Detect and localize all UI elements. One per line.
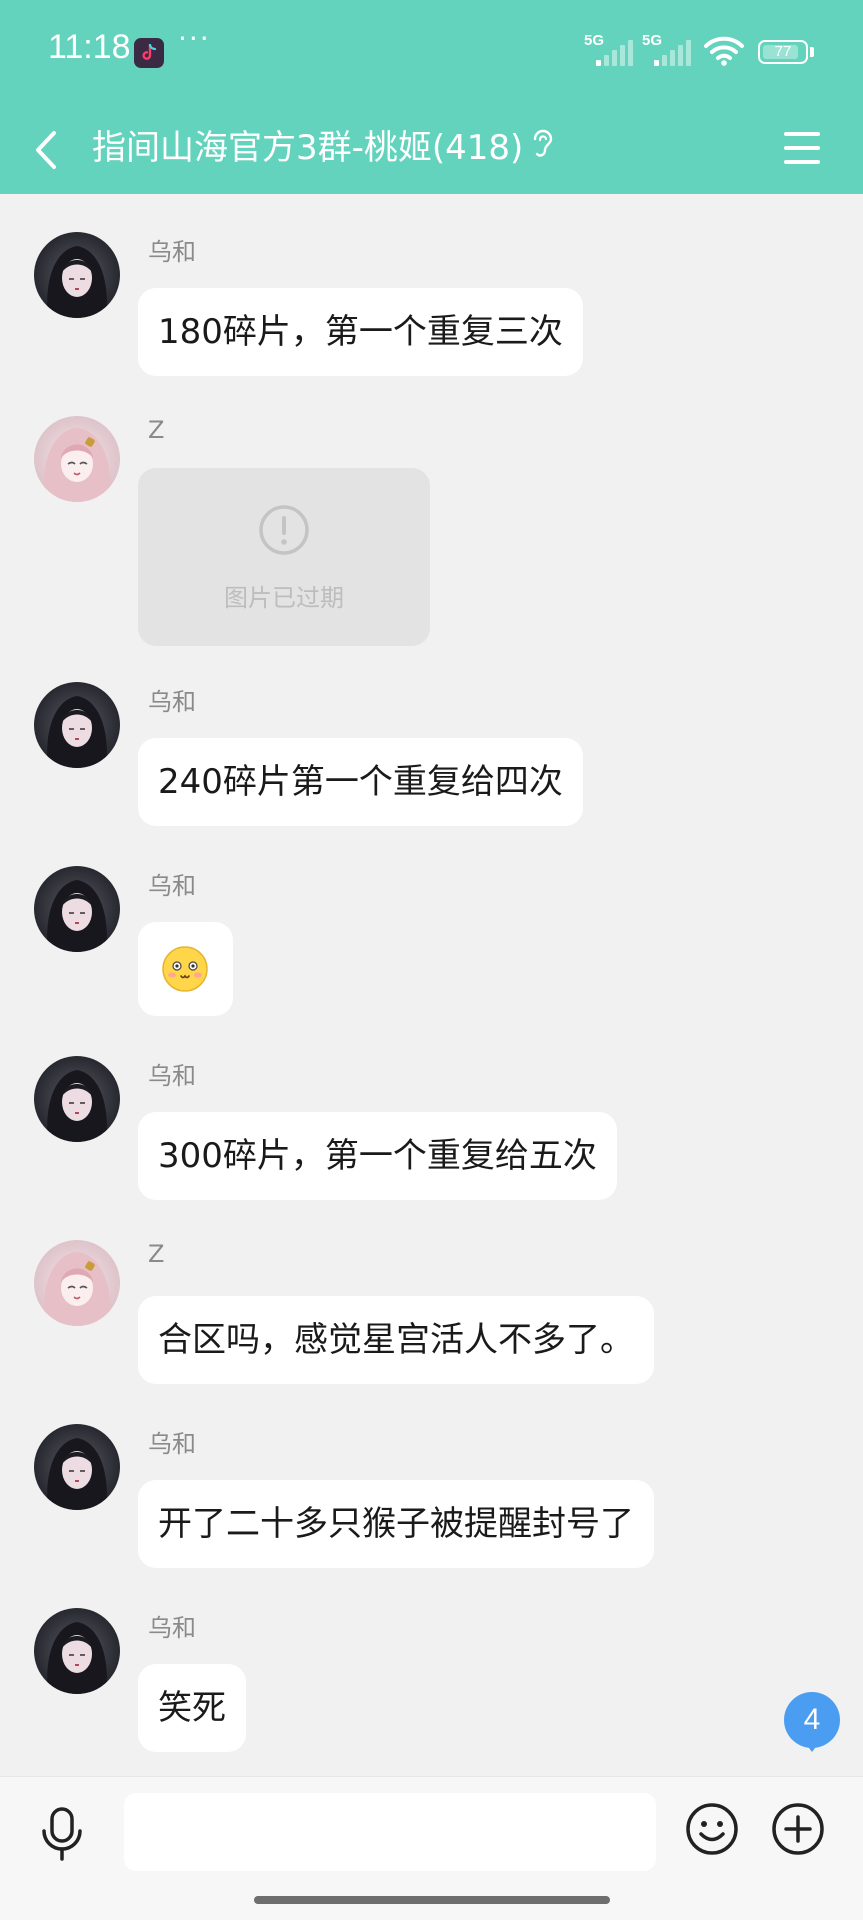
message-bubble[interactable]: 180碎片，第一个重复三次 bbox=[138, 288, 583, 376]
voice-button[interactable] bbox=[30, 1801, 94, 1865]
avatar[interactable] bbox=[34, 232, 120, 318]
microphone-icon bbox=[42, 1807, 82, 1861]
avatar[interactable] bbox=[34, 1424, 120, 1510]
menu-line bbox=[784, 160, 820, 164]
ear-icon bbox=[533, 129, 553, 157]
status-time: 11:18 bbox=[48, 28, 131, 66]
smiley-icon bbox=[686, 1803, 738, 1855]
message-bubble[interactable]: 合区吗，感觉星宫活人不多了。 bbox=[138, 1296, 654, 1384]
message-bubble[interactable]: 300碎片，第一个重复给五次 bbox=[138, 1112, 617, 1200]
avatar[interactable] bbox=[34, 682, 120, 768]
status-bar: 11:18 ··· 5G 5G 77 bbox=[0, 0, 863, 104]
message-bubble[interactable]: 240碎片第一个重复给四次 bbox=[138, 738, 583, 826]
chat-title[interactable]: 指间山海官方3群-桃姬(418) bbox=[92, 120, 523, 169]
avatar[interactable] bbox=[34, 866, 120, 952]
cute-face-emoji-icon bbox=[162, 946, 208, 992]
sender-name: 乌和 bbox=[148, 1430, 196, 1458]
battery-percent: 77 bbox=[774, 43, 792, 60]
expired-image[interactable]: 图片已过期 bbox=[138, 468, 430, 646]
status-more-icon: ··· bbox=[178, 22, 211, 55]
menu-line bbox=[784, 146, 820, 150]
message-bubble[interactable]: 开了二十多只猴子被提醒封号了 bbox=[138, 1480, 654, 1568]
signal-5g-icon: 5G bbox=[584, 32, 638, 68]
expired-image-label: 图片已过期 bbox=[224, 584, 344, 612]
sender-name: Z bbox=[148, 1240, 165, 1268]
avatar[interactable] bbox=[34, 1608, 120, 1694]
sender-name: 乌和 bbox=[148, 1062, 196, 1090]
sender-name: 乌和 bbox=[148, 238, 196, 266]
back-button[interactable] bbox=[24, 118, 72, 178]
emoji-message[interactable] bbox=[138, 922, 233, 1016]
battery-icon: 77 bbox=[758, 40, 808, 64]
unread-count-badge[interactable]: 4 bbox=[784, 1692, 840, 1752]
sender-name: Z bbox=[148, 416, 165, 444]
menu-line bbox=[784, 132, 820, 136]
app-header: 11:18 ··· 5G 5G 77 指间山海官方3群-桃姬(418) bbox=[0, 0, 863, 194]
nav-bar: 指间山海官方3群-桃姬(418) bbox=[0, 104, 863, 194]
plus-circle-icon bbox=[772, 1803, 824, 1855]
message-bubble[interactable]: 笑死 bbox=[138, 1664, 246, 1752]
plus-button[interactable] bbox=[770, 1801, 826, 1857]
signal-5g-icon-2: 5G bbox=[642, 32, 696, 68]
wifi-icon bbox=[704, 36, 744, 66]
chevron-left-icon bbox=[36, 131, 56, 169]
avatar[interactable] bbox=[34, 1056, 120, 1142]
home-indicator[interactable] bbox=[254, 1896, 610, 1904]
avatar[interactable] bbox=[34, 1240, 120, 1326]
sender-name: 乌和 bbox=[148, 872, 196, 900]
menu-button[interactable] bbox=[772, 118, 832, 178]
sender-name: 乌和 bbox=[148, 688, 196, 716]
sender-name: 乌和 bbox=[148, 1614, 196, 1642]
battery-tip bbox=[810, 47, 814, 57]
message-input[interactable] bbox=[124, 1793, 656, 1871]
tiktok-notification-icon bbox=[134, 38, 164, 68]
emoji-button[interactable] bbox=[684, 1801, 740, 1857]
exclamation-icon bbox=[259, 505, 309, 555]
avatar[interactable] bbox=[34, 416, 120, 502]
